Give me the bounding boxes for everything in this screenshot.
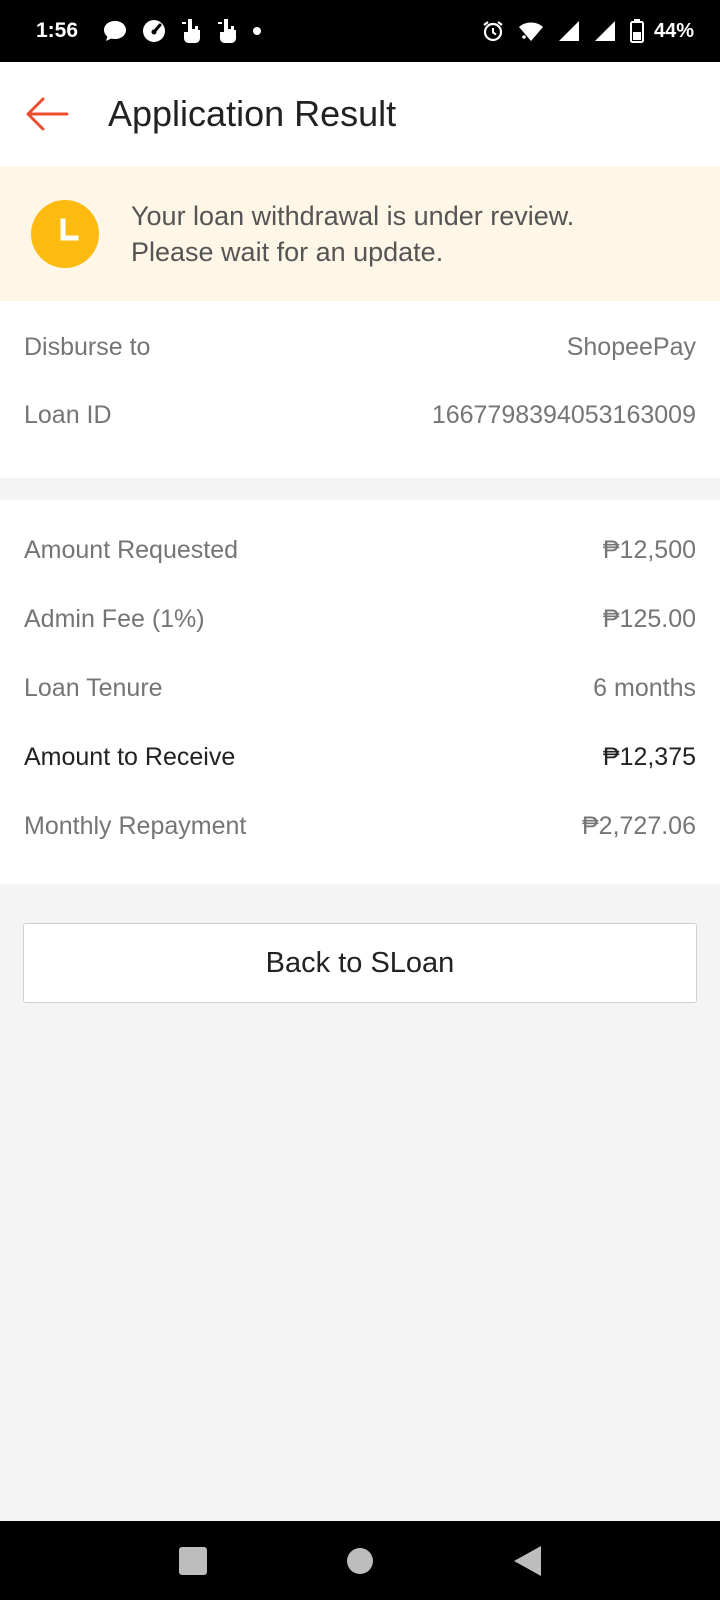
- signal-icon: [594, 20, 616, 42]
- row-label: Amount Requested: [24, 536, 239, 564]
- review-status-banner: Your loan withdrawal is under review. Pl…: [0, 166, 720, 301]
- battery-icon: [629, 19, 644, 43]
- row-value: ₱12,375: [602, 743, 696, 771]
- row-label: Loan ID: [24, 401, 112, 429]
- back-button[interactable]: [2, 62, 92, 166]
- info-row-amount-to-receive: Amount to Receive ₱12,375: [24, 743, 696, 772]
- page-title: Application Result: [108, 93, 397, 134]
- review-message-line1: Your loan withdrawal is under review.: [131, 200, 575, 231]
- home-circle-icon: [346, 1547, 373, 1574]
- touch-hand-icon: [180, 18, 202, 44]
- app-bar: Application Result: [0, 62, 720, 166]
- row-value: 1667798394053163009: [431, 401, 696, 429]
- row-label: Admin Fee (1%): [24, 605, 205, 633]
- row-value: ₱2,727.06: [582, 812, 696, 840]
- row-value: ShopeePay: [566, 333, 696, 361]
- signal-icon: [558, 20, 580, 42]
- home-button[interactable]: [330, 1531, 390, 1591]
- review-message: Your loan withdrawal is under review. Pl…: [131, 198, 574, 270]
- status-bar-left: 1:56: [36, 18, 276, 44]
- system-nav-bar: [0, 1521, 720, 1600]
- row-label: Disburse to: [24, 333, 151, 361]
- recents-button[interactable]: [163, 1531, 223, 1591]
- back-to-sloan-button[interactable]: Back to SLoan: [23, 923, 697, 1003]
- clock-icon: [31, 199, 99, 268]
- system-back-button[interactable]: [497, 1531, 557, 1591]
- info-row-amount-requested: Amount Requested ₱12,500: [24, 536, 696, 565]
- recents-square-icon: [179, 1546, 208, 1575]
- chat-bubble-icon: [102, 19, 128, 43]
- info-row-loan-id: Loan ID 1667798394053163009: [24, 401, 696, 430]
- row-value: ₱12,500: [602, 536, 696, 564]
- alarm-icon: [482, 20, 504, 42]
- row-value: 6 months: [593, 674, 696, 702]
- status-time: 1:56: [36, 19, 79, 42]
- review-message-line2: Please wait for an update.: [131, 236, 444, 267]
- wifi-icon: [518, 20, 544, 42]
- row-label: Amount to Receive: [24, 743, 236, 771]
- speedometer-icon: [142, 19, 166, 43]
- info-row-disburse-to: Disburse to ShopeePay: [24, 333, 696, 362]
- battery-percent: 44%: [653, 19, 694, 42]
- row-value: ₱125.00: [602, 605, 696, 633]
- row-label: Monthly Repayment: [24, 812, 247, 840]
- info-row-loan-tenure: Loan Tenure 6 months: [24, 674, 696, 703]
- touch-hand-icon: [216, 18, 238, 44]
- status-bar: 1:56 44%: [0, 0, 720, 62]
- info-row-monthly-repayment: Monthly Repayment ₱2,727.06: [24, 812, 696, 841]
- disbursement-card: Disburse to ShopeePay Loan ID 1667798394…: [0, 301, 720, 478]
- row-label: Loan Tenure: [24, 674, 163, 702]
- status-bar-right: 44%: [482, 19, 694, 43]
- arrow-left-icon: [26, 97, 69, 131]
- back-triangle-icon: [513, 1545, 541, 1576]
- dot-icon: [252, 26, 262, 36]
- loan-details-card: Amount Requested ₱12,500 Admin Fee (1%) …: [0, 500, 720, 884]
- info-row-admin-fee: Admin Fee (1%) ₱125.00: [24, 605, 696, 634]
